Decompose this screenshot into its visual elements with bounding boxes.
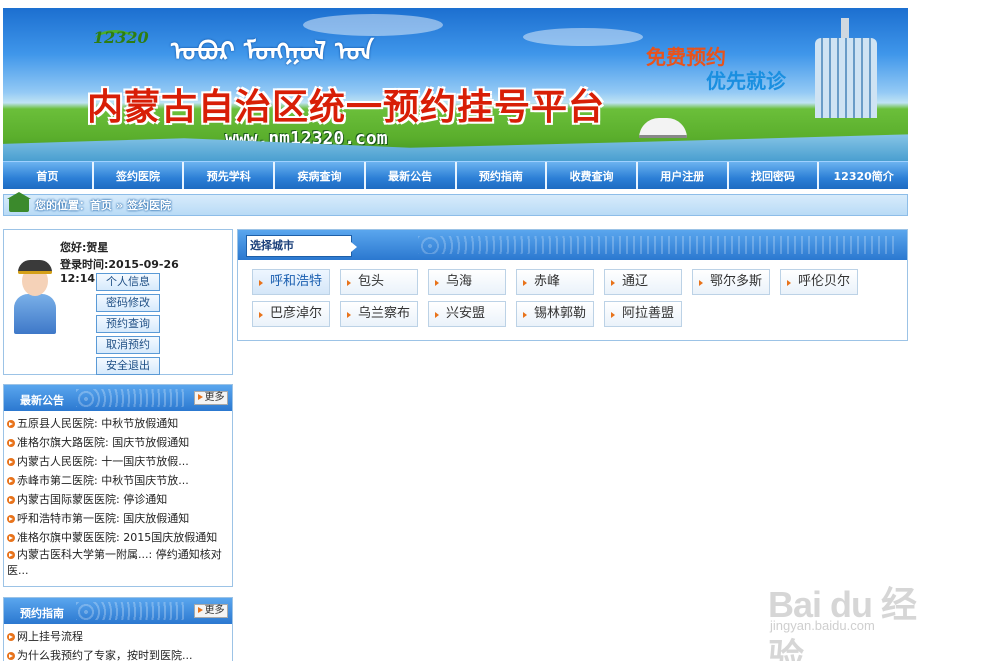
header-banner: 12320 ᠣᠪᠣᠷ ᠮᠣᠩᠭᠣᠯ ᠤᠨ 内蒙古自治区统一预约挂号平台 www.…	[3, 8, 908, 161]
slogan-priority: 优先就诊	[706, 69, 786, 93]
breadcrumb: 您的位置： 首页 » 签约医院	[3, 192, 908, 216]
site-logo[interactable]: 12320	[93, 28, 149, 47]
notices-title: 最新公告	[20, 394, 64, 407]
avatar-robe	[14, 294, 56, 334]
city-button-baotou[interactable]: 包头	[340, 269, 418, 295]
cancel-booking-button[interactable]: 取消预约	[96, 336, 160, 354]
city-button-hinggan[interactable]: 兴安盟	[428, 301, 506, 327]
city-header: 选择城市	[238, 230, 907, 260]
avatar	[10, 260, 60, 335]
list-item[interactable]: 五原县人民医院: 中秋节放假通知	[7, 414, 230, 433]
nav-item-recover-password[interactable]: 找回密码	[729, 162, 820, 189]
guide-more-button[interactable]: 更多	[194, 604, 228, 618]
nav-item-departments[interactable]: 预先学科	[184, 162, 276, 189]
breadcrumb-current: 签约医院	[127, 199, 172, 212]
baidu-watermark: Bai du 经验 jingyan.baidu.com	[768, 572, 948, 661]
nav-item-fees[interactable]: 收费查询	[547, 162, 638, 189]
user-greeting: 您好:贺星	[60, 241, 109, 254]
bullet-arrow-icon	[7, 496, 15, 504]
site-title: 内蒙古自治区统一预约挂号平台	[87, 87, 606, 128]
notices-more-button[interactable]: 更多	[194, 391, 228, 405]
city-panel: 选择城市 呼和浩特 包头 乌海 赤峰 通辽 鄂尔多斯 呼伦贝尔 巴彦淖尔 乌兰察…	[237, 229, 908, 341]
list-item[interactable]: 准格尔旗大路医院: 国庆节放假通知	[7, 433, 230, 452]
list-item[interactable]: 内蒙古国际蒙医医院: 停诊通知	[7, 490, 230, 509]
bullet-arrow-icon	[7, 477, 15, 485]
cloud	[523, 28, 643, 46]
city-button-ulanqab[interactable]: 乌兰察布	[340, 301, 418, 327]
breadcrumb-label: 您的位置：	[35, 199, 90, 212]
notices-header: 最新公告 更多	[4, 385, 232, 411]
home-icon	[7, 192, 31, 212]
header-pattern	[418, 236, 898, 254]
list-item[interactable]: 内蒙古人民医院: 十一国庆节放假...	[7, 452, 230, 471]
header-pattern	[76, 389, 186, 407]
list-item[interactable]: 赤峰市第二医院: 中秋节国庆节放...	[7, 471, 230, 490]
city-button-hohhot[interactable]: 呼和浩特	[252, 269, 330, 295]
list-item[interactable]: 内蒙古医科大学第一附属...: 停约通知核对医...	[7, 547, 230, 579]
yurt-icon	[639, 118, 687, 138]
avatar-hat	[18, 260, 52, 274]
city-button-tongliao[interactable]: 通辽	[604, 269, 682, 295]
bullet-arrow-icon	[7, 633, 15, 641]
bullet-arrow-icon	[7, 652, 15, 660]
city-button-chifeng[interactable]: 赤峰	[516, 269, 594, 295]
breadcrumb-separator: »	[116, 198, 124, 212]
city-selector-tab[interactable]: 选择城市	[246, 235, 357, 257]
bullet-arrow-icon	[7, 439, 15, 447]
nav-item-notices[interactable]: 最新公告	[366, 162, 457, 189]
nav-item-hospitals[interactable]: 签约医院	[94, 162, 185, 189]
booking-query-button[interactable]: 预约查询	[96, 315, 160, 333]
bullet-arrow-icon	[7, 458, 15, 466]
bullet-arrow-icon	[7, 534, 15, 542]
main-nav: 首页 签约医院 预先学科 疾病查询 最新公告 预约指南 收费查询 用户注册 找回…	[3, 161, 908, 189]
watermark-url: jingyan.baidu.com	[770, 618, 875, 633]
bullet-arrow-icon	[7, 420, 15, 428]
city-button-ordos[interactable]: 鄂尔多斯	[692, 269, 770, 295]
guide-panel: 预约指南 更多 网上挂号流程 为什么我预约了专家，按时到医院...	[3, 597, 233, 661]
hospital-building-icon	[815, 38, 877, 118]
user-panel: 您好:贺星 登录时间:2015-09-26 12:14:06 个人信息 密码修改…	[3, 229, 233, 375]
change-password-button[interactable]: 密码修改	[96, 294, 160, 312]
breadcrumb-home[interactable]: 首页	[90, 197, 112, 213]
notices-panel: 最新公告 更多 五原县人民医院: 中秋节放假通知 准格尔旗大路医院: 国庆节放假…	[3, 384, 233, 587]
city-button-bayannur[interactable]: 巴彦淖尔	[252, 301, 330, 327]
nav-item-disease-search[interactable]: 疾病查询	[275, 162, 366, 189]
notices-list: 五原县人民医院: 中秋节放假通知 准格尔旗大路医院: 国庆节放假通知 内蒙古人民…	[4, 411, 232, 583]
city-button-hulunbuir[interactable]: 呼伦贝尔	[780, 269, 858, 295]
user-actions: 个人信息 密码修改 预约查询 取消预约 安全退出	[96, 273, 160, 378]
list-item[interactable]: 网上挂号流程	[7, 627, 230, 646]
city-button-alxa[interactable]: 阿拉善盟	[604, 301, 682, 327]
list-item[interactable]: 呼和浩特市第一医院: 国庆放假通知	[7, 509, 230, 528]
nav-item-home[interactable]: 首页	[3, 162, 94, 189]
hospital-tower-icon	[841, 18, 849, 40]
bullet-arrow-icon	[7, 551, 15, 559]
guide-header: 预约指南 更多	[4, 598, 232, 624]
guide-title: 预约指南	[20, 607, 64, 620]
logout-button[interactable]: 安全退出	[96, 357, 160, 375]
mongolian-title: ᠣᠪᠣᠷ ᠮᠣᠩᠭᠣᠯ ᠤᠨ	[171, 37, 374, 67]
city-button-wuhai[interactable]: 乌海	[428, 269, 506, 295]
header-pattern	[76, 602, 186, 620]
list-item[interactable]: 准格尔旗中蒙医医院: 2015国庆放假通知	[7, 528, 230, 547]
nav-item-register[interactable]: 用户注册	[638, 162, 729, 189]
nav-item-about[interactable]: 12320简介	[819, 162, 908, 189]
city-button-xilingol[interactable]: 锡林郭勒	[516, 301, 594, 327]
guide-list: 网上挂号流程 为什么我预约了专家，按时到医院...	[4, 624, 232, 661]
profile-button[interactable]: 个人信息	[96, 273, 160, 291]
list-item[interactable]: 为什么我预约了专家，按时到医院...	[7, 646, 230, 661]
nav-item-guide[interactable]: 预约指南	[457, 162, 548, 189]
bullet-arrow-icon	[7, 515, 15, 523]
